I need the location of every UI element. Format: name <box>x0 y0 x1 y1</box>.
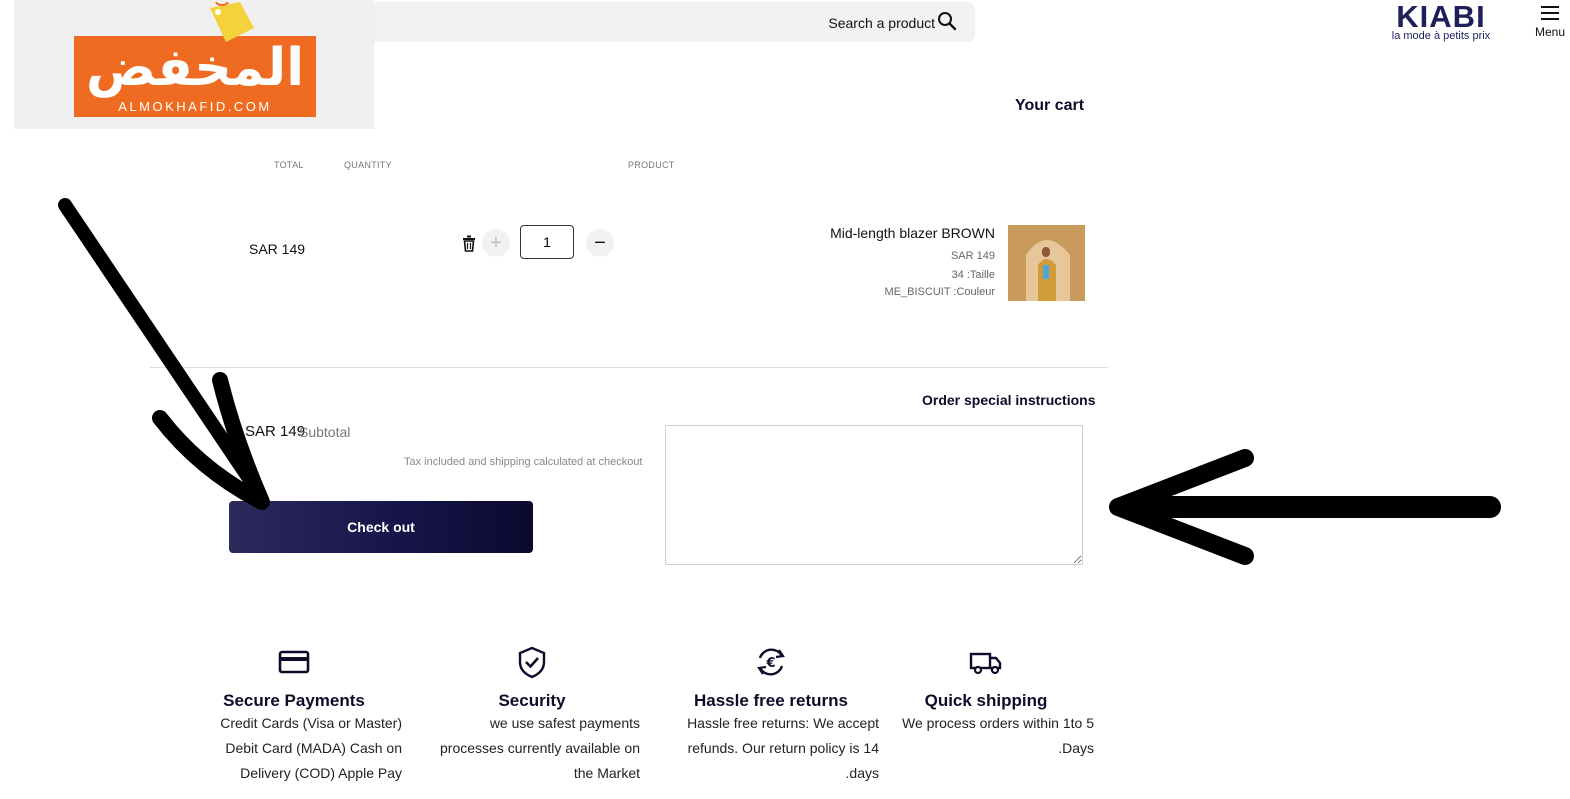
subtotal-label: Subtotal <box>299 424 351 440</box>
svg-text:€: € <box>765 656 775 671</box>
column-header-total: TOTAL <box>274 160 304 170</box>
tax-note: Tax included and shipping calculated at … <box>404 456 643 468</box>
divider <box>150 367 1108 368</box>
column-header-product: PRODUCT <box>628 160 675 170</box>
feature-description: Credit Cards (Visa or Master) Debit Card… <box>220 715 402 781</box>
product-name[interactable]: Mid-length blazer BROWN <box>830 225 995 241</box>
brand-logo[interactable]: KIABI la mode à petits prix <box>1382 0 1500 42</box>
product-color: ME_BISCUIT :Couleur <box>884 286 995 298</box>
search-input[interactable]: Search a product <box>828 15 935 31</box>
feature-description: Hassle free returns: We accept refunds. … <box>687 715 879 781</box>
shield-check-icon <box>518 646 546 679</box>
feature-shipping: Quick shipping We process orders within … <box>856 645 1116 761</box>
checkout-button[interactable]: Check out <box>229 501 533 553</box>
product-size: 34 :Taille <box>951 269 995 281</box>
trash-icon[interactable] <box>460 234 478 252</box>
brand-tagline: la mode à petits prix <box>1391 30 1491 42</box>
page-title: Your cart <box>1015 97 1085 114</box>
menu-button[interactable]: Menu <box>1530 6 1570 39</box>
product-price: SAR 149 <box>950 250 995 262</box>
feature-title: Security <box>498 691 566 710</box>
truck-icon <box>969 652 1002 675</box>
feature-title: Quick shipping <box>924 691 1048 710</box>
menu-label: Menu <box>1534 25 1566 39</box>
euro-refresh-icon: € <box>757 648 785 676</box>
product-image[interactable] <box>1008 225 1085 301</box>
search-bar[interactable]: Search a product <box>360 2 975 42</box>
decrease-quantity-button[interactable]: − <box>586 229 614 257</box>
hamburger-icon <box>1541 6 1559 20</box>
column-header-quantity: QUANTITY <box>344 160 392 170</box>
credit-card-icon <box>278 650 310 674</box>
quantity-input[interactable] <box>520 225 574 259</box>
plus-icon: + <box>490 231 502 254</box>
order-instructions-label: Order special instructions <box>922 392 1096 408</box>
search-icon[interactable] <box>937 11 957 31</box>
arrow-down-left-icon <box>58 198 270 510</box>
feature-description: we use safest payments processes current… <box>440 715 640 781</box>
feature-secure-payments: Secure Payments Credit Cards (Visa or Ma… <box>164 645 424 786</box>
watermark-logo: المخفض ALMOKHAFID.COM <box>14 0 374 129</box>
arrow-left-icon <box>1109 449 1501 565</box>
line-total: SAR 149 <box>249 241 306 257</box>
logo-subtitle: ALMOKHAFID.COM <box>118 99 272 114</box>
feature-security: Security we use safest payments processe… <box>402 645 662 786</box>
increase-quantity-button[interactable]: + <box>482 229 510 257</box>
order-instructions-field[interactable] <box>665 425 1083 565</box>
feature-title: Secure Payments <box>223 691 365 710</box>
feature-description: We process orders within 1to 5 .Days <box>902 715 1094 756</box>
minus-icon: − <box>594 231 606 254</box>
brand-name: KIABI <box>1396 0 1486 34</box>
logo-badge: المخفض ALMOKHAFID.COM <box>74 36 316 117</box>
logo-arabic-text: المخفض <box>85 38 305 98</box>
price-tag-icon <box>210 2 254 42</box>
subtotal-value: SAR 149 <box>245 423 306 440</box>
